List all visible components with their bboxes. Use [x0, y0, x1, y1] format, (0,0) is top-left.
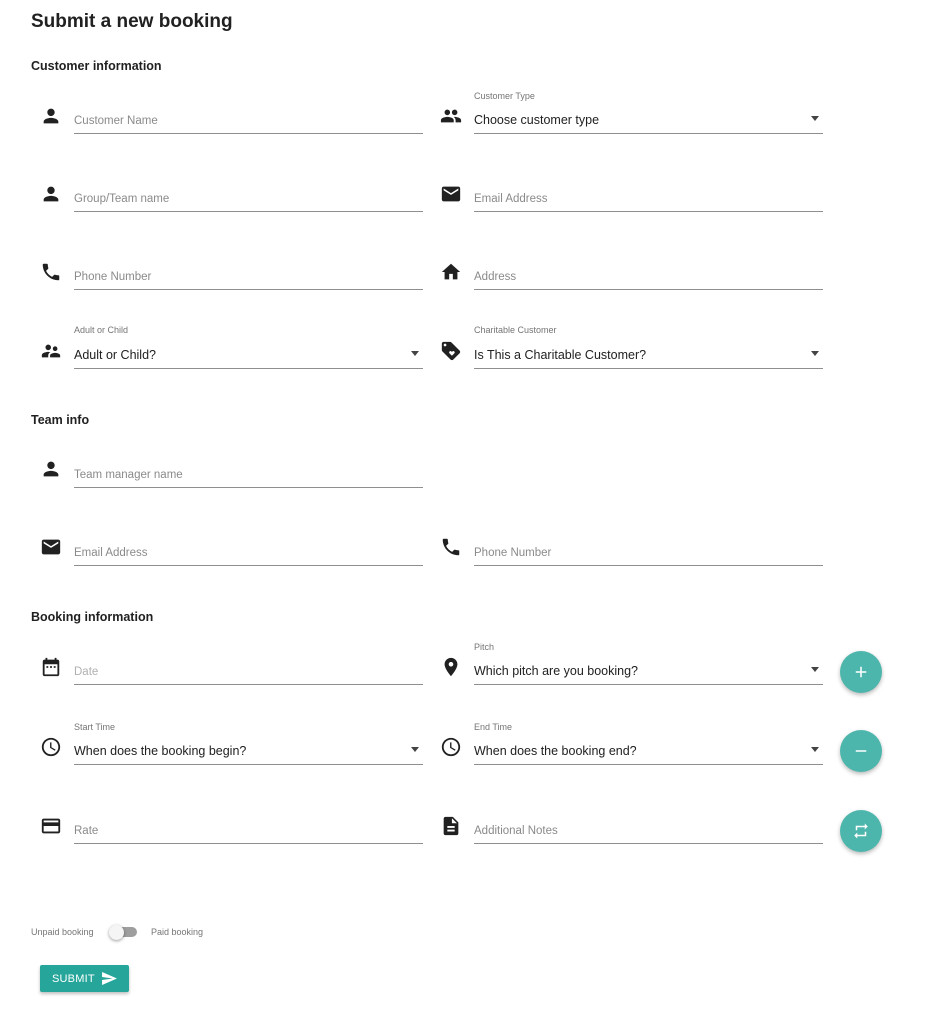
adult-child-select[interactable]: Adult or Child?	[74, 340, 423, 369]
start-time-select[interactable]: When does the booking begin?	[74, 736, 423, 765]
address-field[interactable]: Address	[474, 261, 823, 290]
customer-type-label: Customer Type	[474, 91, 535, 101]
home-icon	[440, 261, 462, 283]
paid-toggle-thumb[interactable]	[109, 925, 124, 940]
email-icon	[440, 183, 462, 205]
date-field[interactable]: Date	[74, 656, 423, 685]
chevron-down-icon	[411, 747, 419, 752]
family-icon	[40, 340, 62, 362]
clock-icon	[40, 736, 62, 758]
section-title-booking: Booking information	[31, 610, 154, 624]
charitable-customer-select[interactable]: Is This a Charitable Customer?	[474, 340, 823, 369]
group-team-name-placeholder: Group/Team name	[74, 193, 170, 205]
person-icon	[40, 458, 62, 480]
team-phone-placeholder: Phone Number	[474, 547, 552, 559]
chevron-down-icon	[811, 667, 819, 672]
adult-child-label: Adult or Child	[74, 325, 129, 335]
group-icon	[440, 105, 462, 127]
additional-notes-placeholder: Additional Notes	[474, 825, 558, 837]
section-title-customer: Customer information	[31, 59, 162, 73]
section-title-team: Team info	[31, 413, 90, 427]
page-title: Submit a new booking	[31, 11, 233, 32]
plus-icon	[855, 666, 867, 678]
team-manager-name-field[interactable]: Team manager name	[74, 459, 423, 488]
charitable-customer-label: Charitable Customer	[474, 325, 557, 335]
team-email-field[interactable]: Email Address	[74, 537, 423, 566]
pitch-label: Pitch	[474, 642, 495, 652]
add-button[interactable]	[840, 651, 882, 693]
chevron-down-icon	[811, 747, 819, 752]
email-icon	[40, 536, 62, 558]
chevron-down-icon	[811, 116, 819, 121]
phone-icon	[40, 261, 62, 283]
phone-icon	[440, 536, 462, 558]
customer-name-field[interactable]: Customer Name	[74, 105, 423, 134]
minus-icon	[855, 750, 867, 752]
address-placeholder: Address	[474, 271, 517, 283]
remove-button[interactable]	[840, 730, 882, 772]
submit-button-label: SUBMIT	[52, 972, 95, 985]
customer-type-select[interactable]: Choose customer type	[474, 105, 823, 134]
pitch-select[interactable]: Which pitch are you booking?	[474, 656, 823, 685]
charitable-customer-value: Is This a Charitable Customer?	[474, 348, 647, 362]
chevron-down-icon	[411, 351, 419, 356]
rate-field[interactable]: Rate	[74, 815, 423, 844]
date-placeholder: Date	[74, 666, 99, 678]
team-email-placeholder: Email Address	[74, 547, 148, 559]
start-time-value: When does the booking begin?	[74, 744, 247, 758]
customer-phone-field[interactable]: Phone Number	[74, 261, 423, 290]
paid-booking-label: Paid booking	[151, 927, 204, 937]
customer-phone-placeholder: Phone Number	[74, 271, 152, 283]
chevron-down-icon	[811, 351, 819, 356]
end-time-label: End Time	[474, 722, 513, 732]
submit-button[interactable]: SUBMIT	[40, 965, 129, 992]
additional-notes-field[interactable]: Additional Notes	[474, 815, 823, 844]
location-pin-icon	[440, 656, 462, 678]
document-icon	[440, 815, 462, 837]
calendar-icon	[40, 656, 62, 678]
group-team-name-field[interactable]: Group/Team name	[74, 183, 423, 212]
customer-name-placeholder: Customer Name	[74, 115, 158, 127]
tag-icon	[440, 340, 462, 362]
pitch-value: Which pitch are you booking?	[474, 664, 638, 678]
adult-child-value: Adult or Child?	[74, 348, 156, 362]
unpaid-booking-label: Unpaid booking	[31, 927, 94, 937]
end-time-value: When does the booking end?	[474, 744, 637, 758]
rate-placeholder: Rate	[74, 825, 99, 837]
team-manager-name-placeholder: Team manager name	[74, 469, 183, 481]
customer-type-value: Choose customer type	[474, 113, 600, 127]
swap-icon	[854, 823, 868, 839]
swap-button[interactable]	[840, 810, 882, 852]
customer-email-field[interactable]: Email Address	[474, 183, 823, 212]
person-icon	[40, 105, 62, 127]
clock-icon	[440, 736, 462, 758]
start-time-label: Start Time	[74, 722, 116, 732]
person-icon	[40, 183, 62, 205]
customer-email-placeholder: Email Address	[474, 193, 548, 205]
team-phone-field[interactable]: Phone Number	[474, 537, 823, 566]
send-icon	[102, 972, 117, 985]
credit-card-icon	[40, 815, 62, 837]
end-time-select[interactable]: When does the booking end?	[474, 736, 823, 765]
